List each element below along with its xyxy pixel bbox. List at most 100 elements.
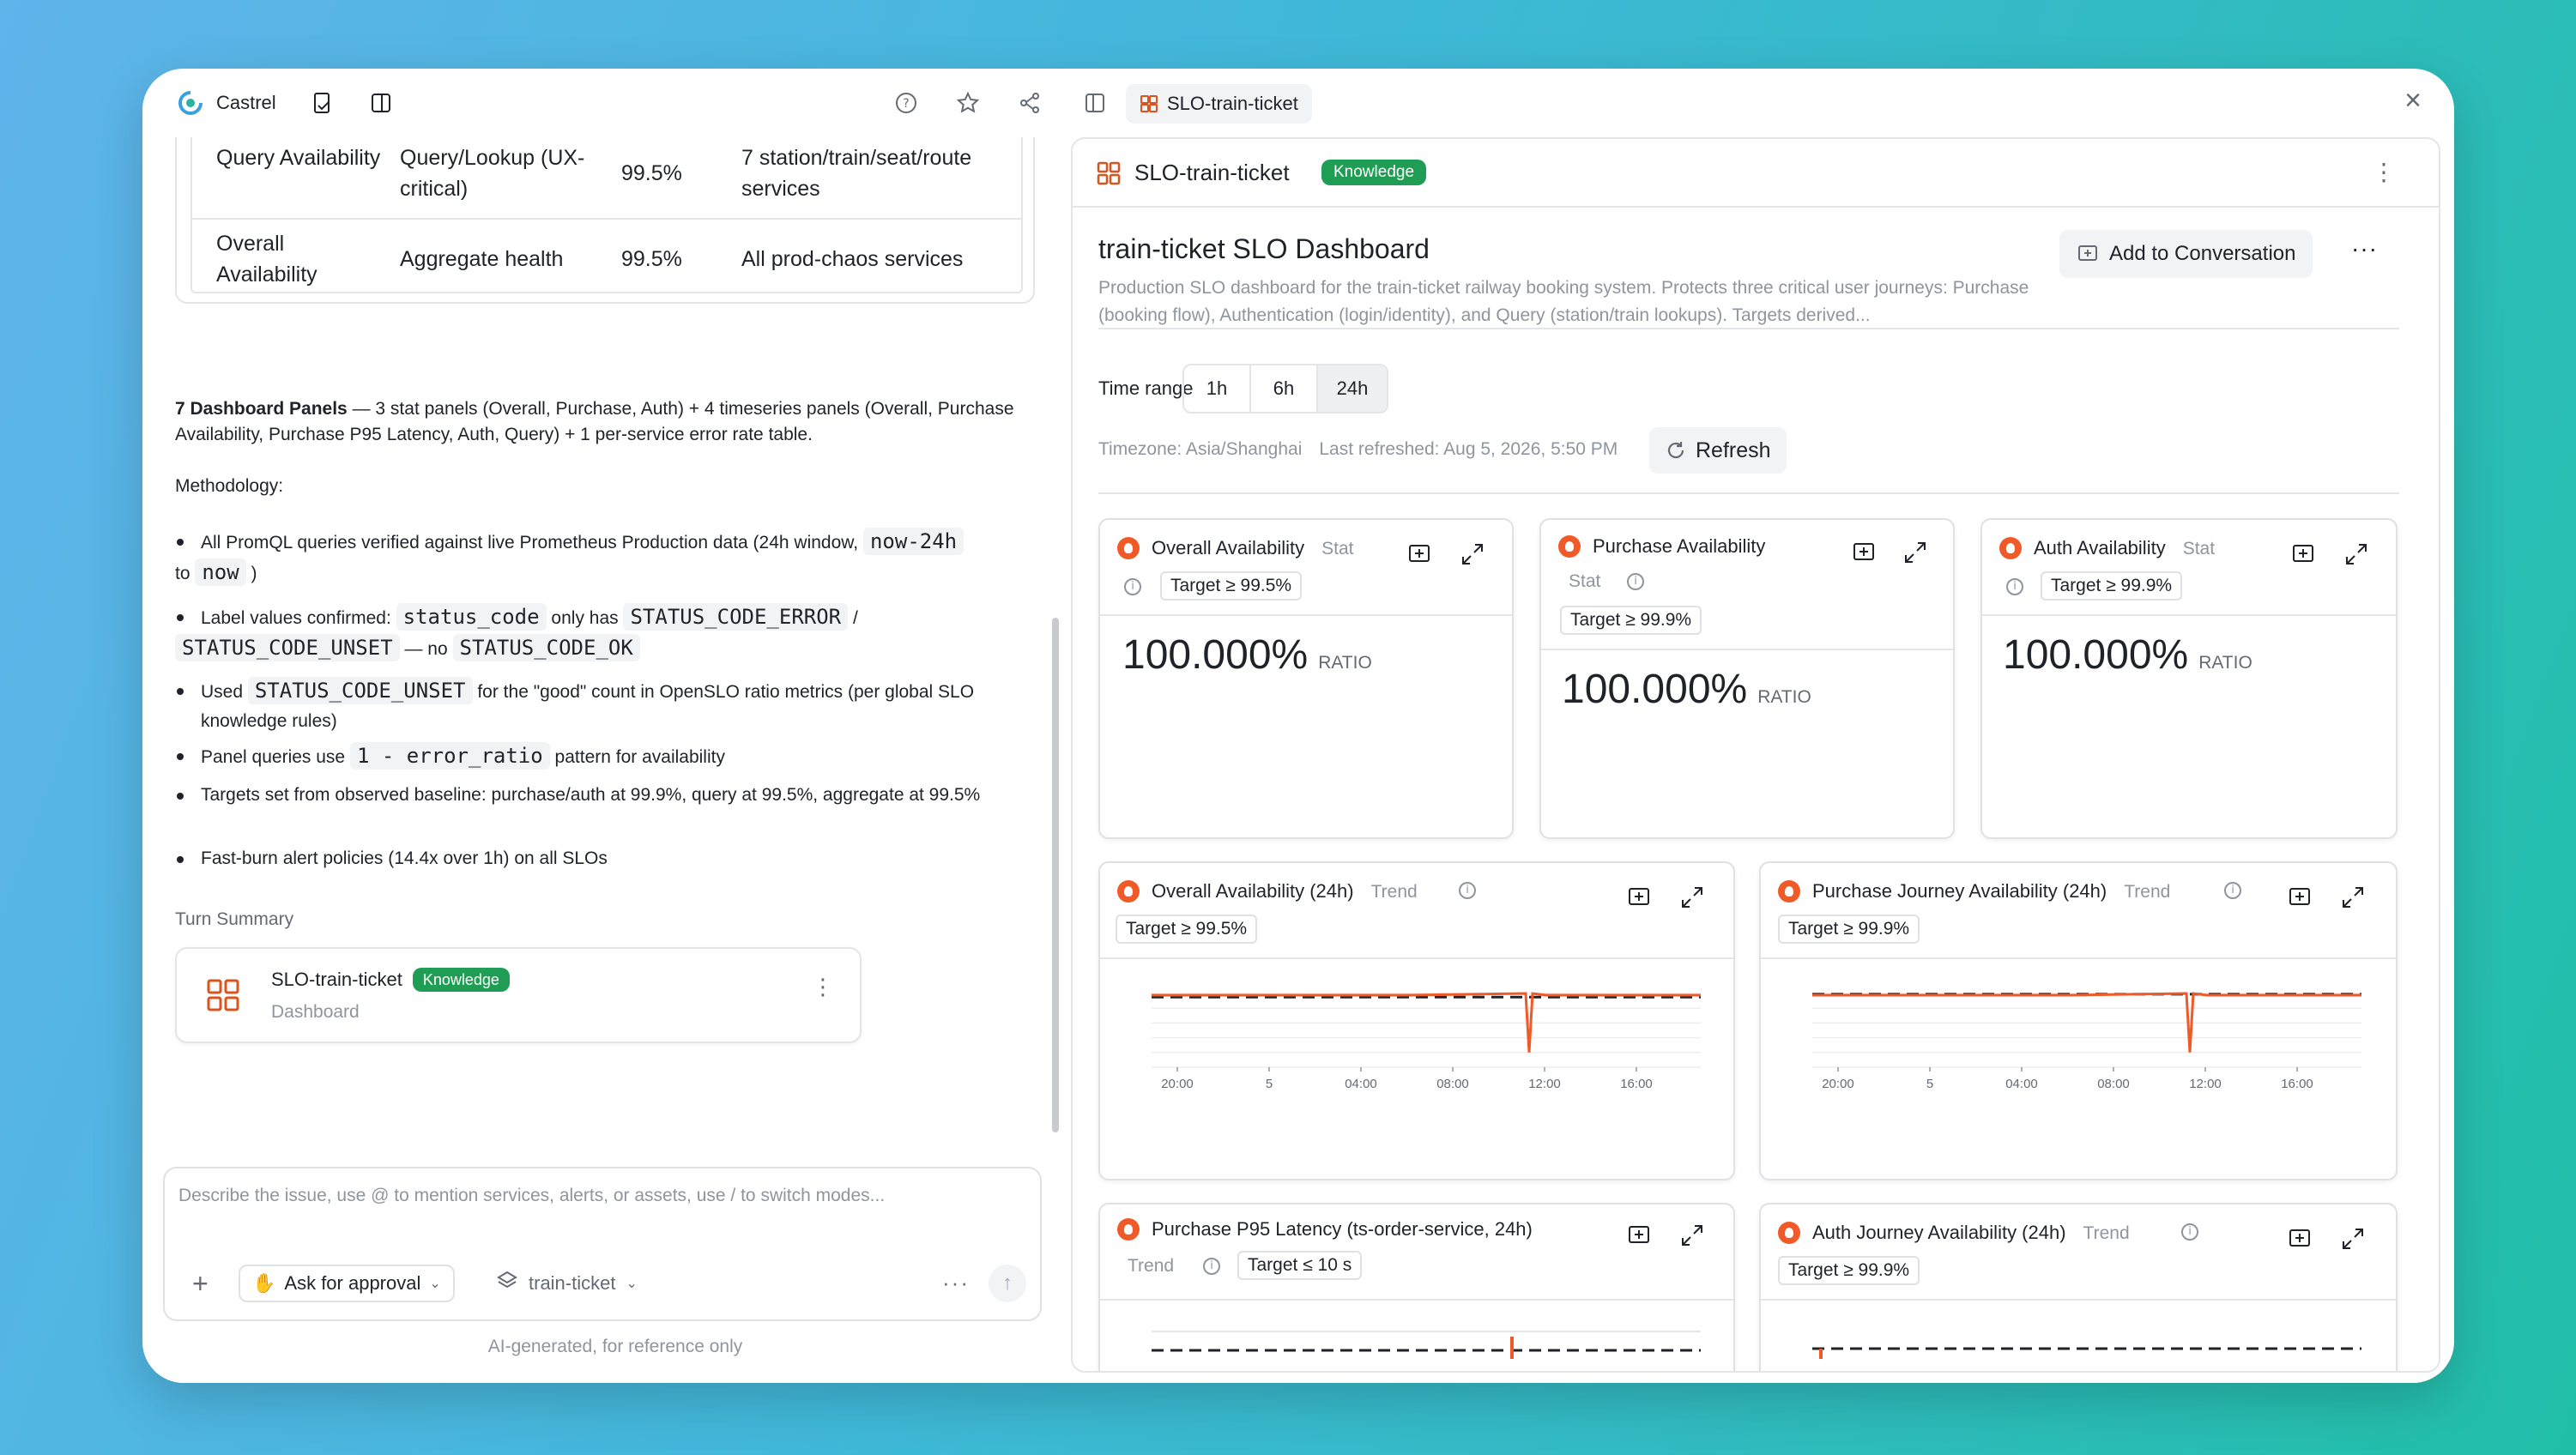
add-to-chat-icon[interactable]: [2286, 1225, 2313, 1253]
expand-icon[interactable]: [1902, 539, 1929, 566]
share-icon[interactable]: [1014, 88, 1045, 118]
time-range-6h[interactable]: 6h: [1251, 365, 1318, 412]
add-to-chat-icon[interactable]: [2289, 540, 2317, 568]
panel-title: Purchase P95 Latency (ts-order-service, …: [1152, 1218, 1533, 1240]
add-to-chat-icon[interactable]: [1625, 1222, 1653, 1249]
expand-icon[interactable]: [2339, 1225, 2367, 1253]
panel-title: Overall Availability (24h) Trend: [1152, 880, 1418, 902]
cell-services: 7 station/train/seat/route services: [741, 146, 972, 201]
stat-panel-auth[interactable]: Auth Availability Stat i Target ≥ 99.9% 1…: [1980, 518, 2398, 839]
code-span: status_code: [396, 603, 547, 631]
info-icon[interactable]: i: [1203, 1258, 1220, 1275]
list-item: Label values confirmed: status_code only…: [175, 602, 1033, 633]
dashboard-icon: [206, 978, 240, 1012]
more-vertical-icon[interactable]: ⋮: [812, 975, 834, 998]
trend-panel-latency[interactable]: Purchase P95 Latency (ts-order-service, …: [1098, 1203, 1735, 1371]
brand[interactable]: Castrel: [175, 88, 396, 118]
knowledge-badge: Knowledge: [412, 968, 510, 992]
app-name: Castrel: [216, 92, 276, 113]
help-icon[interactable]: ?: [891, 88, 922, 118]
more-horizontal-icon[interactable]: ···: [942, 1270, 970, 1296]
cell-target: 99.5%: [621, 247, 682, 271]
trend-panel-auth[interactable]: Auth Journey Availability (24h) Trend i T…: [1759, 1203, 2398, 1371]
grafana-icon: [1778, 880, 1800, 903]
artifact-pane: SLO-train-ticket × SLO-train-ticket Know…: [1067, 69, 2454, 1383]
new-doc-icon[interactable]: [307, 88, 338, 118]
dashboard-title: train-ticket SLO Dashboard: [1098, 233, 1430, 264]
plus-icon[interactable]: +: [192, 1270, 209, 1297]
chat-scroll[interactable]: Query Availability Query/Lookup (UX-crit…: [163, 137, 1059, 1192]
expand-icon[interactable]: [2339, 884, 2367, 911]
time-range-label: Time range: [1098, 377, 1194, 399]
target-badge: Target ≥ 99.5%: [1160, 571, 1303, 601]
target-badge: Target ≥ 99.9%: [1778, 915, 1920, 944]
chat-scrollbar[interactable]: [1052, 618, 1059, 1132]
x-tick-label: 08:00: [1436, 1077, 1469, 1091]
close-icon[interactable]: ×: [2404, 84, 2422, 118]
target-badge: Target ≥ 99.9%: [1560, 606, 1702, 635]
trend-chart: 20:00 5 04:00 08:00 12:00 16:00: [1152, 992, 1701, 1091]
grafana-icon: [1999, 537, 2022, 559]
artifact-header: SLO-train-ticket Knowledge ⋮: [1073, 139, 2439, 208]
expand-icon[interactable]: [2343, 540, 2370, 568]
star-icon[interactable]: [952, 88, 983, 118]
add-to-chat-icon[interactable]: [2286, 884, 2313, 911]
add-to-chat-icon[interactable]: [1625, 884, 1653, 911]
stat-panel-overall[interactable]: Overall Availability Stat i Target ≥ 99.5…: [1098, 518, 1514, 839]
trend-panel-purchase[interactable]: Purchase Journey Availability (24h) Trend…: [1759, 861, 2398, 1180]
send-icon[interactable]: ↑: [989, 1265, 1026, 1302]
list-item: Panel queries use 1 - error_ratio patter…: [175, 741, 1033, 772]
panel-title: Auth Journey Availability (24h) Trend: [1812, 1222, 2130, 1243]
x-tick-label: 5: [1266, 1077, 1273, 1091]
trend-chart-partial: [1152, 1331, 1701, 1359]
target-badge: Target ≥ 99.5%: [1116, 915, 1258, 944]
expand-icon[interactable]: [1678, 1222, 1706, 1249]
time-range-24h[interactable]: 24h: [1318, 365, 1387, 412]
grafana-icon: [1778, 1222, 1800, 1244]
trend-panel-overall[interactable]: Overall Availability (24h) Trend i Target…: [1098, 861, 1735, 1180]
hand-icon: ✋: [252, 1272, 276, 1294]
dashboard-icon: [1140, 95, 1158, 112]
table-row: Overall Availability Aggregate health 99…: [192, 228, 1021, 314]
time-range-selector[interactable]: 1h 6h 24h: [1182, 364, 1388, 414]
add-comment-icon: [2078, 245, 2097, 261]
code-span: now-24h: [862, 528, 964, 555]
info-icon[interactable]: i: [2181, 1223, 2198, 1241]
info-icon[interactable]: i: [1627, 573, 1644, 590]
tab-slo-train-ticket[interactable]: SLO-train-ticket: [1126, 84, 1312, 124]
project-label: train-ticket: [529, 1272, 616, 1294]
add-to-chat-icon[interactable]: [1850, 539, 1878, 566]
info-icon[interactable]: i: [1459, 882, 1476, 899]
summary-card[interactable]: SLO-train-ticket Knowledge Dashboard ⋮: [175, 947, 862, 1043]
time-range-1h[interactable]: 1h: [1184, 365, 1251, 412]
expand-icon[interactable]: [1678, 884, 1706, 911]
add-to-chat-icon[interactable]: [1406, 540, 1433, 568]
grafana-icon: [1117, 880, 1140, 903]
cell-scope: Aggregate health: [400, 247, 564, 271]
refresh-meta: Timezone: Asia/Shanghai Last refreshed: A…: [1098, 439, 1618, 460]
dashboard-description: Production SLO dashboard for the train-t…: [1098, 278, 2029, 325]
tab-label: SLO-train-ticket: [1167, 93, 1298, 114]
expand-icon[interactable]: [1459, 540, 1486, 568]
info-icon[interactable]: i: [2224, 882, 2241, 899]
cell-name: Overall Availability: [216, 232, 317, 287]
mode-select[interactable]: ✋ Ask for approval ⌄: [239, 1265, 455, 1302]
collapse-panel-icon[interactable]: [1081, 89, 1109, 117]
stat-value: 100.000% RATIO: [2003, 632, 2252, 678]
divider: [1098, 492, 2399, 494]
sidebar-toggle-icon[interactable]: [366, 88, 396, 118]
artifact-topbar: SLO-train-ticket ×: [1067, 69, 2454, 137]
stat-panel-purchase[interactable]: Purchase Availability Stat i Target ≥ 99…: [1539, 518, 1955, 839]
more-vertical-icon[interactable]: ⋮: [2372, 158, 2396, 186]
info-icon[interactable]: i: [2006, 578, 2023, 595]
refresh-button[interactable]: Refresh: [1649, 427, 1787, 474]
trend-chart-partial: [1812, 1347, 2361, 1359]
composer-input[interactable]: Describe the issue, use @ to mention ser…: [178, 1186, 885, 1206]
more-horizontal-icon[interactable]: ···: [2351, 235, 2378, 263]
info-icon[interactable]: i: [1124, 578, 1141, 595]
code-span: STATUS_CODE_UNSET: [247, 677, 473, 704]
add-to-conversation-button[interactable]: Add to Conversation: [2059, 230, 2313, 278]
stat-value: 100.000% RATIO: [1562, 667, 1811, 712]
composer[interactable]: Describe the issue, use @ to mention ser…: [163, 1167, 1042, 1321]
project-select[interactable]: train-ticket ⌄: [496, 1265, 638, 1302]
